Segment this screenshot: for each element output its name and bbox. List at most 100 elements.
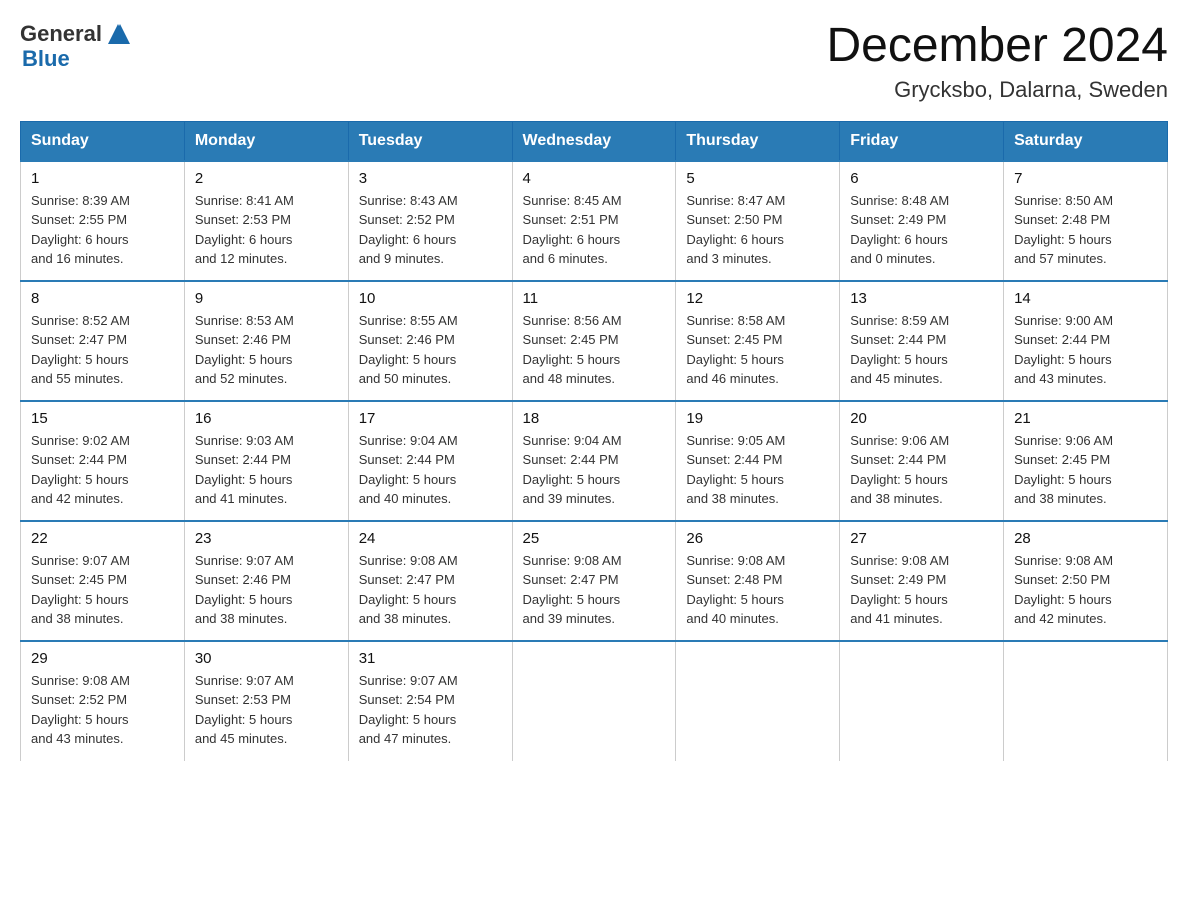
day-info: Sunrise: 8:58 AMSunset: 2:45 PMDaylight:… bbox=[686, 311, 829, 389]
day-info: Sunrise: 9:07 AMSunset: 2:46 PMDaylight:… bbox=[195, 551, 338, 629]
day-info: Sunrise: 9:08 AMSunset: 2:49 PMDaylight:… bbox=[850, 551, 993, 629]
day-number: 17 bbox=[359, 410, 502, 427]
day-info: Sunrise: 9:05 AMSunset: 2:44 PMDaylight:… bbox=[686, 431, 829, 509]
day-info: Sunrise: 9:02 AMSunset: 2:44 PMDaylight:… bbox=[31, 431, 174, 509]
day-number: 7 bbox=[1014, 170, 1157, 187]
day-cell-27: 27 Sunrise: 9:08 AMSunset: 2:49 PMDayligh… bbox=[840, 521, 1004, 641]
day-cell-7: 7 Sunrise: 8:50 AMSunset: 2:48 PMDaylight… bbox=[1004, 161, 1168, 281]
day-cell-18: 18Sunrise: 9:04 AMSunset: 2:44 PMDayligh… bbox=[512, 401, 676, 521]
day-info: Sunrise: 9:08 AMSunset: 2:47 PMDaylight:… bbox=[523, 551, 666, 629]
col-header-thursday: Thursday bbox=[676, 121, 840, 161]
day-info: Sunrise: 9:04 AMSunset: 2:44 PMDaylight:… bbox=[523, 431, 666, 509]
day-cell-6: 6 Sunrise: 8:48 AMSunset: 2:49 PMDaylight… bbox=[840, 161, 1004, 281]
day-number: 14 bbox=[1014, 290, 1157, 307]
day-cell-24: 24 Sunrise: 9:08 AMSunset: 2:47 PMDayligh… bbox=[348, 521, 512, 641]
day-cell-29: 29 Sunrise: 9:08 AMSunset: 2:52 PMDayligh… bbox=[21, 641, 185, 761]
day-number: 3 bbox=[359, 170, 502, 187]
day-number: 11 bbox=[523, 290, 666, 307]
day-info: Sunrise: 9:07 AMSunset: 2:45 PMDaylight:… bbox=[31, 551, 174, 629]
day-number: 9 bbox=[195, 290, 338, 307]
col-header-friday: Friday bbox=[840, 121, 1004, 161]
day-info: Sunrise: 9:07 AMSunset: 2:54 PMDaylight:… bbox=[359, 671, 502, 749]
calendar-table: SundayMondayTuesdayWednesdayThursdayFrid… bbox=[20, 121, 1168, 761]
day-cell-28: 28Sunrise: 9:08 AMSunset: 2:50 PMDayligh… bbox=[1004, 521, 1168, 641]
day-cell-25: 25Sunrise: 9:08 AMSunset: 2:47 PMDayligh… bbox=[512, 521, 676, 641]
day-number: 24 bbox=[359, 530, 502, 547]
calendar-header-row: SundayMondayTuesdayWednesdayThursdayFrid… bbox=[21, 121, 1168, 161]
day-cell-21: 21Sunrise: 9:06 AMSunset: 2:45 PMDayligh… bbox=[1004, 401, 1168, 521]
day-cell-5: 5 Sunrise: 8:47 AMSunset: 2:50 PMDaylight… bbox=[676, 161, 840, 281]
empty-cell bbox=[512, 641, 676, 761]
day-info: Sunrise: 8:59 AMSunset: 2:44 PMDaylight:… bbox=[850, 311, 993, 389]
page-header: General Blue December 2024 Grycksbo, Dal… bbox=[20, 20, 1168, 103]
day-number: 6 bbox=[850, 170, 993, 187]
week-row-5: 29 Sunrise: 9:08 AMSunset: 2:52 PMDayligh… bbox=[21, 641, 1168, 761]
day-info: Sunrise: 8:53 AMSunset: 2:46 PMDaylight:… bbox=[195, 311, 338, 389]
day-cell-2: 2 Sunrise: 8:41 AMSunset: 2:53 PMDaylight… bbox=[184, 161, 348, 281]
day-number: 4 bbox=[523, 170, 666, 187]
logo-general-text: General bbox=[20, 21, 102, 47]
week-row-2: 8 Sunrise: 8:52 AMSunset: 2:47 PMDaylight… bbox=[21, 281, 1168, 401]
day-info: Sunrise: 8:56 AMSunset: 2:45 PMDaylight:… bbox=[523, 311, 666, 389]
day-number: 22 bbox=[31, 530, 174, 547]
day-info: Sunrise: 9:03 AMSunset: 2:44 PMDaylight:… bbox=[195, 431, 338, 509]
day-cell-15: 15 Sunrise: 9:02 AMSunset: 2:44 PMDayligh… bbox=[21, 401, 185, 521]
day-number: 29 bbox=[31, 650, 174, 667]
week-row-3: 15 Sunrise: 9:02 AMSunset: 2:44 PMDayligh… bbox=[21, 401, 1168, 521]
day-cell-11: 11 Sunrise: 8:56 AMSunset: 2:45 PMDayligh… bbox=[512, 281, 676, 401]
day-number: 10 bbox=[359, 290, 502, 307]
day-cell-13: 13 Sunrise: 8:59 AMSunset: 2:44 PMDayligh… bbox=[840, 281, 1004, 401]
logo-triangle-icon bbox=[104, 20, 132, 48]
day-info: Sunrise: 8:41 AMSunset: 2:53 PMDaylight:… bbox=[195, 191, 338, 269]
col-header-sunday: Sunday bbox=[21, 121, 185, 161]
day-cell-19: 19 Sunrise: 9:05 AMSunset: 2:44 PMDayligh… bbox=[676, 401, 840, 521]
day-cell-16: 16 Sunrise: 9:03 AMSunset: 2:44 PMDayligh… bbox=[184, 401, 348, 521]
day-info: Sunrise: 8:47 AMSunset: 2:50 PMDaylight:… bbox=[686, 191, 829, 269]
week-row-1: 1Sunrise: 8:39 AMSunset: 2:55 PMDaylight… bbox=[21, 161, 1168, 281]
calendar-subtitle: Grycksbo, Dalarna, Sweden bbox=[826, 77, 1168, 103]
day-cell-17: 17Sunrise: 9:04 AMSunset: 2:44 PMDayligh… bbox=[348, 401, 512, 521]
day-info: Sunrise: 8:39 AMSunset: 2:55 PMDaylight:… bbox=[31, 191, 174, 269]
day-number: 16 bbox=[195, 410, 338, 427]
empty-cell bbox=[840, 641, 1004, 761]
day-cell-9: 9 Sunrise: 8:53 AMSunset: 2:46 PMDaylight… bbox=[184, 281, 348, 401]
day-number: 23 bbox=[195, 530, 338, 547]
day-number: 2 bbox=[195, 170, 338, 187]
day-info: Sunrise: 8:48 AMSunset: 2:49 PMDaylight:… bbox=[850, 191, 993, 269]
day-number: 8 bbox=[31, 290, 174, 307]
day-info: Sunrise: 8:52 AMSunset: 2:47 PMDaylight:… bbox=[31, 311, 174, 389]
calendar-title: December 2024 bbox=[826, 20, 1168, 73]
day-number: 5 bbox=[686, 170, 829, 187]
day-info: Sunrise: 8:50 AMSunset: 2:48 PMDaylight:… bbox=[1014, 191, 1157, 269]
day-number: 28 bbox=[1014, 530, 1157, 547]
day-number: 13 bbox=[850, 290, 993, 307]
day-cell-12: 12Sunrise: 8:58 AMSunset: 2:45 PMDayligh… bbox=[676, 281, 840, 401]
day-cell-31: 31 Sunrise: 9:07 AMSunset: 2:54 PMDayligh… bbox=[348, 641, 512, 761]
day-cell-14: 14 Sunrise: 9:00 AMSunset: 2:44 PMDayligh… bbox=[1004, 281, 1168, 401]
day-number: 19 bbox=[686, 410, 829, 427]
day-cell-23: 23 Sunrise: 9:07 AMSunset: 2:46 PMDayligh… bbox=[184, 521, 348, 641]
logo-blue-text: Blue bbox=[22, 46, 70, 72]
empty-cell bbox=[676, 641, 840, 761]
day-info: Sunrise: 9:08 AMSunset: 2:52 PMDaylight:… bbox=[31, 671, 174, 749]
week-row-4: 22 Sunrise: 9:07 AMSunset: 2:45 PMDayligh… bbox=[21, 521, 1168, 641]
day-number: 15 bbox=[31, 410, 174, 427]
day-info: Sunrise: 9:00 AMSunset: 2:44 PMDaylight:… bbox=[1014, 311, 1157, 389]
day-cell-10: 10Sunrise: 8:55 AMSunset: 2:46 PMDayligh… bbox=[348, 281, 512, 401]
col-header-wednesday: Wednesday bbox=[512, 121, 676, 161]
day-info: Sunrise: 9:08 AMSunset: 2:47 PMDaylight:… bbox=[359, 551, 502, 629]
day-number: 31 bbox=[359, 650, 502, 667]
day-info: Sunrise: 9:08 AMSunset: 2:48 PMDaylight:… bbox=[686, 551, 829, 629]
day-cell-4: 4 Sunrise: 8:45 AMSunset: 2:51 PMDaylight… bbox=[512, 161, 676, 281]
day-cell-20: 20 Sunrise: 9:06 AMSunset: 2:44 PMDayligh… bbox=[840, 401, 1004, 521]
day-info: Sunrise: 8:45 AMSunset: 2:51 PMDaylight:… bbox=[523, 191, 666, 269]
day-number: 30 bbox=[195, 650, 338, 667]
day-cell-8: 8 Sunrise: 8:52 AMSunset: 2:47 PMDaylight… bbox=[21, 281, 185, 401]
day-number: 27 bbox=[850, 530, 993, 547]
day-number: 20 bbox=[850, 410, 993, 427]
logo: General Blue bbox=[20, 20, 132, 72]
col-header-monday: Monday bbox=[184, 121, 348, 161]
day-cell-1: 1Sunrise: 8:39 AMSunset: 2:55 PMDaylight… bbox=[21, 161, 185, 281]
col-header-saturday: Saturday bbox=[1004, 121, 1168, 161]
day-info: Sunrise: 9:06 AMSunset: 2:44 PMDaylight:… bbox=[850, 431, 993, 509]
